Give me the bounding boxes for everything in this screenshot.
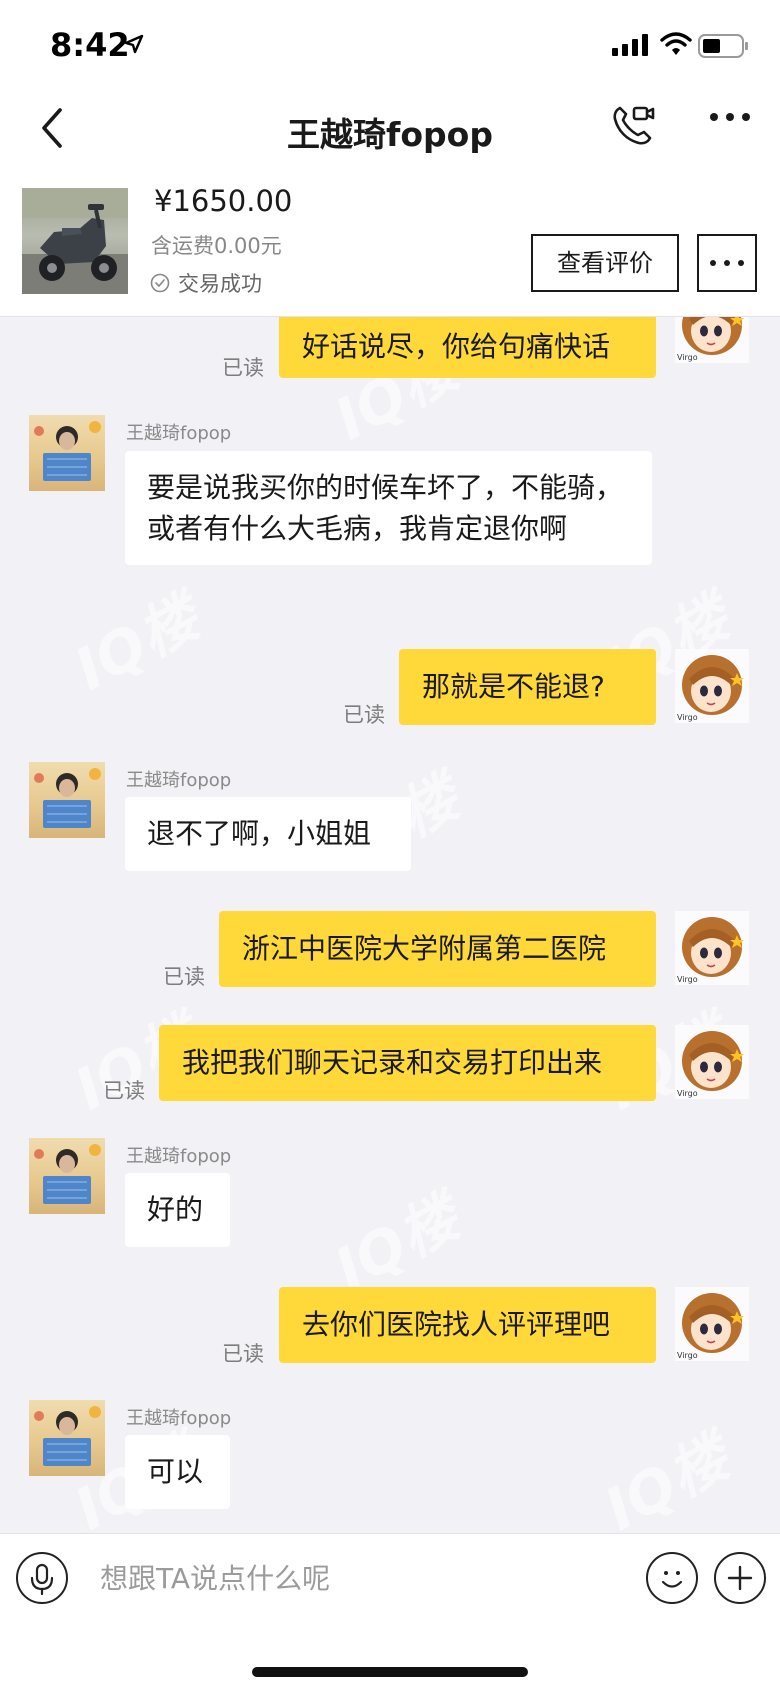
product-thumbnail[interactable] bbox=[22, 188, 128, 294]
sent-message-bubble[interactable]: 那就是不能退? bbox=[399, 649, 656, 725]
nav-bar: 王越琦fopop bbox=[0, 90, 780, 180]
contact-photo bbox=[34, 1406, 101, 1466]
contact-photo bbox=[34, 768, 101, 828]
more-icon bbox=[710, 260, 744, 266]
avatar-caption: Virgo bbox=[677, 975, 698, 984]
watermark: IQ楼 bbox=[63, 583, 210, 704]
received-message-bubble[interactable]: 要是说我买你的时候车坏了，不能骑，或者有什么大毛病，我肯定退你啊 bbox=[125, 451, 652, 565]
sender-name: 王越琦fopop bbox=[126, 423, 232, 444]
more-icon[interactable] bbox=[708, 110, 752, 124]
microphone-icon bbox=[30, 1563, 54, 1596]
read-receipt: 已读 bbox=[103, 1079, 145, 1103]
status-time: 8:42 bbox=[50, 26, 130, 64]
check-circle-icon bbox=[150, 273, 170, 293]
scooter-image bbox=[22, 188, 128, 294]
sender-name: 王越琦fopop bbox=[126, 1146, 232, 1167]
contact-avatar[interactable] bbox=[29, 762, 105, 838]
sender-name: 王越琦fopop bbox=[126, 770, 232, 791]
cartoon-girl-avatar-icon: Virgo bbox=[677, 917, 744, 984]
more-actions-button[interactable] bbox=[714, 1552, 766, 1604]
sent-message-bubble[interactable]: 去你们医院找人评评理吧 bbox=[279, 1287, 656, 1363]
cartoon-girl-avatar-icon: Virgo bbox=[677, 655, 744, 722]
voice-input-button[interactable] bbox=[16, 1552, 68, 1604]
emoji-button[interactable] bbox=[646, 1552, 698, 1604]
emoji-icon bbox=[661, 1571, 683, 1588]
cartoon-girl-avatar-icon: Virgo bbox=[677, 1031, 744, 1098]
avatar-caption: Virgo bbox=[677, 713, 698, 722]
product-price: ¥1650.00 bbox=[154, 184, 293, 218]
chat-message-list[interactable]: IQ楼 IQ楼 IQ楼 IQ楼 IQ楼 IQ楼 IQ楼 IQ楼 IQ楼 IQ楼 … bbox=[0, 317, 780, 1533]
read-receipt: 已读 bbox=[222, 356, 264, 380]
battery-icon bbox=[698, 34, 748, 58]
my-avatar[interactable]: Virgo bbox=[675, 649, 749, 723]
sent-message-bubble[interactable]: 浙江中医院大学附属第二医院 bbox=[219, 911, 656, 987]
sent-message-bubble[interactable]: 好话说尽，你给句痛快话 bbox=[279, 317, 656, 378]
my-avatar[interactable]: Virgo bbox=[675, 1025, 749, 1099]
contact-avatar[interactable] bbox=[29, 415, 105, 491]
avatar-caption: Virgo bbox=[677, 1089, 698, 1098]
read-receipt: 已读 bbox=[343, 703, 385, 727]
transaction-status: 交易成功 bbox=[178, 272, 262, 296]
location-arrow-icon bbox=[124, 34, 144, 54]
read-receipt: 已读 bbox=[163, 965, 205, 989]
home-indicator-area bbox=[0, 1621, 780, 1688]
contact-photo bbox=[34, 1144, 101, 1204]
received-message-bubble[interactable]: 好的 bbox=[125, 1173, 230, 1247]
cellular-signal-icon bbox=[612, 34, 648, 56]
shipping-fee: 含运费0.00元 bbox=[151, 234, 282, 258]
wifi-icon bbox=[660, 32, 692, 55]
video-call-icon[interactable] bbox=[610, 102, 656, 148]
plus-icon bbox=[727, 1565, 753, 1591]
my-avatar[interactable]: Virgo bbox=[675, 317, 749, 363]
home-indicator[interactable] bbox=[252, 1667, 528, 1677]
watermark: IQ楼 bbox=[593, 1423, 740, 1533]
message-input[interactable] bbox=[98, 1554, 582, 1602]
contact-photo bbox=[34, 421, 101, 481]
cartoon-girl-avatar-icon: Virgo bbox=[677, 317, 744, 362]
product-more-button[interactable] bbox=[697, 234, 757, 292]
status-bar: 8:42 bbox=[0, 0, 780, 90]
contact-avatar[interactable] bbox=[29, 1138, 105, 1214]
avatar-caption: Virgo bbox=[677, 1351, 698, 1360]
message-composer bbox=[0, 1533, 780, 1622]
conversation-title: 王越琦fopop bbox=[287, 115, 493, 154]
sender-name: 王越琦fopop bbox=[126, 1408, 232, 1429]
received-message-bubble[interactable]: 退不了啊，小姐姐 bbox=[125, 797, 411, 871]
sent-message-bubble[interactable]: 我把我们聊天记录和交易打印出来 bbox=[159, 1025, 656, 1101]
received-message-bubble[interactable]: 可以 bbox=[125, 1435, 230, 1509]
my-avatar[interactable]: Virgo bbox=[675, 911, 749, 985]
view-review-button[interactable]: 查看评价 bbox=[531, 234, 679, 292]
contact-avatar[interactable] bbox=[29, 1400, 105, 1476]
avatar-caption: Virgo bbox=[677, 353, 698, 362]
product-card[interactable]: ¥1650.00 含运费0.00元 交易成功 查看评价 bbox=[0, 180, 780, 317]
read-receipt: 已读 bbox=[222, 1342, 264, 1366]
cartoon-girl-avatar-icon: Virgo bbox=[677, 1293, 744, 1360]
my-avatar[interactable]: Virgo bbox=[675, 1287, 749, 1361]
